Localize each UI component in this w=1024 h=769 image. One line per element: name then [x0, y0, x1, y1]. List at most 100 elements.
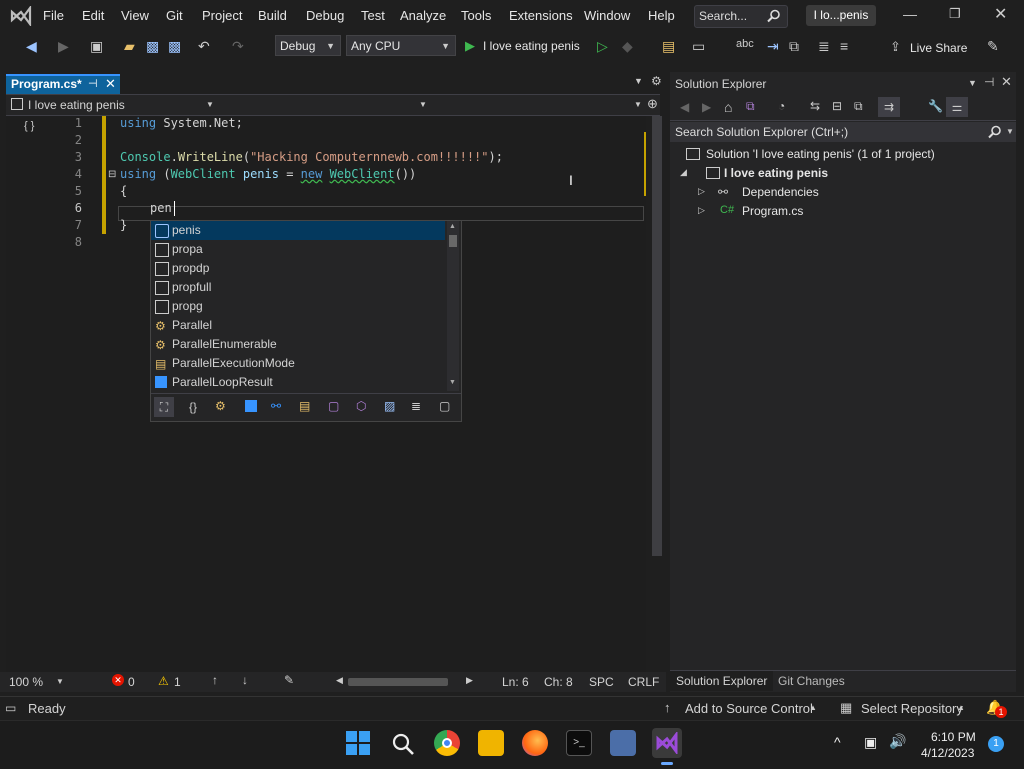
completion-item[interactable]: propg [151, 297, 445, 316]
errors-indicator[interactable]: ✕ 0 [112, 674, 140, 690]
save-all-icon[interactable]: ▩ [168, 38, 181, 55]
interface-filter-icon[interactable]: ⚯ [271, 399, 281, 413]
collapsed-arrow-icon[interactable]: ▷ [698, 186, 705, 197]
panel-options-icon[interactable]: ▼ [968, 78, 977, 88]
menu-extensions[interactable]: Extensions [509, 8, 573, 23]
hot-reload-icon[interactable]: ◆ [622, 38, 633, 55]
scroll-left-icon[interactable]: ◀ [336, 675, 343, 686]
completion-scrollbar[interactable]: ▲ ▼ [447, 221, 459, 391]
preview-selected-icon[interactable]: ⇉ [878, 97, 900, 117]
menu-file[interactable]: File [43, 8, 64, 23]
menu-project[interactable]: Project [202, 8, 242, 23]
completion-item[interactable]: propa [151, 240, 445, 259]
expand-filter-icon[interactable]: ⛶ [154, 397, 174, 417]
scroll-up-icon[interactable]: ▲ [449, 223, 456, 230]
enum-filter-icon[interactable]: ▤ [299, 399, 310, 413]
horizontal-scrollbar[interactable] [348, 678, 448, 686]
calculator-icon[interactable] [610, 730, 636, 756]
uncomment-icon[interactable]: ≡ [840, 38, 848, 54]
forward-icon[interactable]: ▶ [58, 38, 69, 55]
code-cleanup-icon[interactable]: ✎ [284, 673, 294, 687]
volume-icon[interactable]: 🔊 [889, 733, 906, 750]
collapse-icon[interactable]: ⊟ [108, 169, 116, 180]
restore-button[interactable]: ❐ [949, 6, 961, 22]
back-icon[interactable]: ◀ [680, 100, 689, 114]
menu-build[interactable]: Build [258, 8, 287, 23]
namespace-filter-icon[interactable]: {} [189, 400, 197, 414]
menu-debug[interactable]: Debug [306, 8, 344, 23]
member-navigation-dropdown[interactable]: ▼ [634, 100, 642, 109]
minimize-button[interactable]: — [903, 6, 917, 22]
line-indicator[interactable]: Ln: 6 [502, 675, 529, 689]
scroll-thumb[interactable] [449, 235, 457, 247]
back-icon[interactable]: ◀ [26, 38, 37, 55]
close-tab-icon[interactable]: ✕ [105, 76, 116, 92]
live-share-button[interactable]: ⇪ Live Share [888, 39, 968, 55]
settings-gear-icon[interactable]: ⚙ [651, 74, 662, 88]
spacing-indicator[interactable]: SPC [589, 675, 614, 689]
menu-view[interactable]: View [121, 8, 149, 23]
file-explorer-icon[interactable] [478, 730, 504, 756]
collapsed-arrow-icon[interactable]: ▷ [698, 205, 705, 216]
tab-program-cs[interactable]: Program.cs* ⊣ ✕ [6, 74, 120, 94]
tab-list-icon[interactable]: ▼ [634, 76, 643, 86]
previous-issue-icon[interactable]: ↑ [212, 673, 218, 687]
spell-check-icon[interactable]: abc [736, 38, 754, 50]
completion-item[interactable]: ▤ ParallelExecutionMode [151, 354, 445, 373]
close-panel-icon[interactable]: ✕ [1001, 74, 1012, 90]
completion-item[interactable]: ⚙ ParallelEnumerable [151, 335, 445, 354]
visual-studio-logo-icon[interactable] [10, 6, 32, 26]
completion-item[interactable]: ⚙ Parallel [151, 316, 445, 335]
menu-test[interactable]: Test [361, 8, 385, 23]
collapse-all-icon[interactable]: ⊟ [832, 99, 842, 113]
select-repository-button[interactable]: ▦ Select Repository ▲ [840, 700, 970, 718]
pin-icon[interactable]: ⊣ [984, 75, 994, 89]
search-box[interactable]: Search... [694, 5, 788, 28]
menu-window[interactable]: Window [584, 8, 630, 23]
solution-search-input[interactable]: Search Solution Explorer (Ctrl+;) ▼ [670, 122, 1016, 142]
menu-git[interactable]: Git [166, 8, 183, 23]
windows-start-icon[interactable] [346, 731, 370, 755]
new-item-icon[interactable]: ▣ [90, 38, 103, 55]
visual-studio-taskbar-button[interactable] [652, 728, 682, 758]
pin-icon[interactable]: ⊣ [88, 77, 98, 90]
clock-date[interactable]: 4/12/2023 [921, 746, 974, 760]
warnings-indicator[interactable]: ⚠ 1 [158, 674, 186, 690]
scroll-down-icon[interactable]: ▼ [449, 379, 456, 386]
completion-item[interactable]: propdp [151, 259, 445, 278]
firefox-icon[interactable] [522, 730, 548, 756]
scroll-right-icon[interactable]: ▶ [466, 675, 473, 686]
tab-solution-explorer[interactable]: Solution Explorer [670, 671, 774, 691]
pending-changes-icon[interactable]: ◔ [778, 99, 785, 113]
next-issue-icon[interactable]: ↓ [242, 673, 248, 687]
close-window-button[interactable]: ✕ [994, 4, 1007, 24]
forward-icon[interactable]: ▶ [702, 100, 711, 114]
sync-icon[interactable]: ⇆ [810, 99, 820, 113]
browse-folder-icon[interactable]: ▤ [662, 38, 675, 55]
keyword-filter-icon[interactable]: ≣ [411, 399, 421, 413]
notification-center-badge[interactable]: 1 [988, 736, 1004, 752]
start-debugging-button[interactable]: ▶ I love eating penis [462, 37, 586, 55]
vertical-scrollbar[interactable] [652, 116, 662, 556]
comment-icon[interactable]: ≣ [818, 38, 830, 55]
tab-git-changes[interactable]: Git Changes [778, 674, 845, 688]
menu-tools[interactable]: Tools [461, 8, 491, 23]
local-filter-icon[interactable]: ▨ [384, 399, 395, 413]
bookmark-icon[interactable]: ⧉ [789, 38, 799, 55]
completion-item[interactable]: penis [151, 221, 445, 240]
clock-time[interactable]: 6:10 PM [931, 730, 976, 744]
open-folder-icon[interactable]: ▰ [124, 38, 135, 55]
configuration-select[interactable]: Debug ▼ [275, 35, 341, 56]
network-icon[interactable]: ▣ [864, 734, 877, 751]
undo-icon[interactable]: ↶ [198, 38, 210, 55]
line-ending-indicator[interactable]: CRLF [628, 675, 659, 689]
window-layout-icon[interactable]: ▭ [692, 38, 705, 55]
zoom-select[interactable]: 100 % ▼ [6, 674, 66, 690]
home-icon[interactable]: ⌂ [724, 99, 732, 115]
feedback-icon[interactable]: ✎ [987, 38, 999, 55]
step-icon[interactable]: ⇥ [767, 38, 779, 55]
notifications-button[interactable]: 🔔 1 [986, 699, 1010, 719]
column-indicator[interactable]: Ch: 8 [544, 675, 573, 689]
chrome-icon[interactable] [434, 730, 460, 756]
menu-analyze[interactable]: Analyze [400, 8, 446, 23]
